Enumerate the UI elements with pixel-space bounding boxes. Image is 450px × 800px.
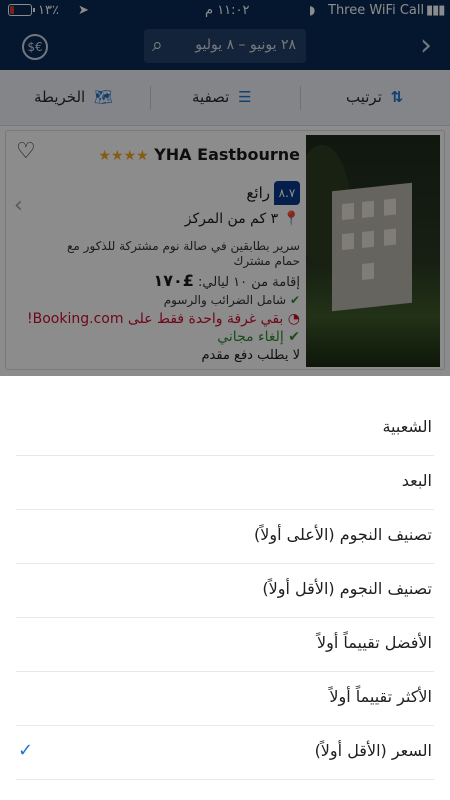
modal-overlay[interactable]	[0, 0, 450, 376]
sort-option-stars-high[interactable]: تصنيف النجوم (الأعلى أولاً)	[16, 510, 434, 564]
sort-options-sheet: الشعبية البعد تصنيف النجوم (الأعلى أولاً…	[0, 376, 450, 800]
sort-option-label: الأفضل تقييماً أولاً	[316, 633, 432, 652]
sort-option-popularity[interactable]: الشعبية	[16, 402, 434, 456]
sort-option-label: البعد	[401, 471, 432, 490]
sort-option-best-reviewed[interactable]: الأفضل تقييماً أولاً	[16, 618, 434, 672]
sort-option-label: الشعبية	[382, 417, 432, 436]
sort-option-stars-low[interactable]: تصنيف النجوم (الأقل أولاً)	[16, 564, 434, 618]
sort-option-label: السعر (الأقل أولاً)	[314, 741, 432, 760]
sort-option-price-low[interactable]: السعر (الأقل أولاً) ✓	[16, 726, 434, 780]
sort-option-label: تصنيف النجوم (الأقل أولاً)	[262, 579, 432, 598]
selected-check-icon: ✓	[18, 740, 34, 761]
sort-option-most-reviewed[interactable]: الأكثر تقييماً أولاً	[16, 672, 434, 726]
sort-option-label: الأكثر تقييماً أولاً	[329, 687, 432, 706]
sort-option-label: تصنيف النجوم (الأعلى أولاً)	[254, 525, 432, 544]
sort-option-distance[interactable]: البعد	[16, 456, 434, 510]
